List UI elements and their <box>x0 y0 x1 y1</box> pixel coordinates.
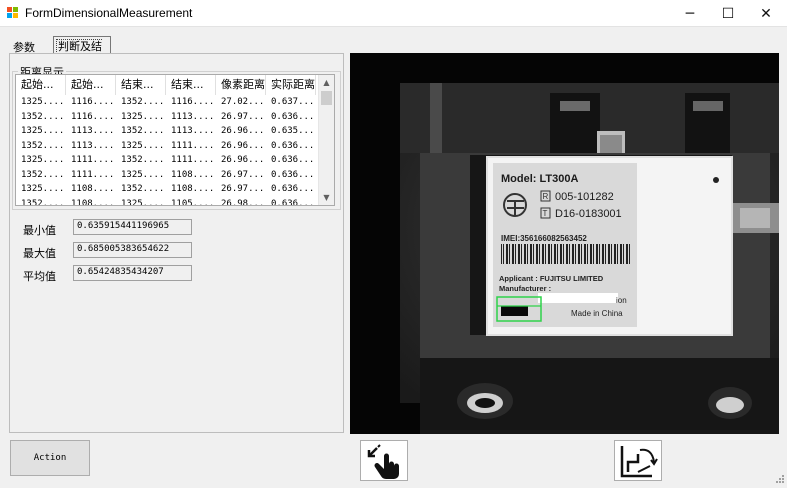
table-cell: 1108.... <box>71 184 115 194</box>
applicant-text: Applicant : FUJITSU LIMITED <box>499 274 604 283</box>
max-value-field[interactable]: 0.685005383654622 <box>73 242 192 258</box>
table-cell: 1108.... <box>171 169 215 180</box>
distance-list[interactable]: 起始... 起始... 结束... 结束... 像素距离 实际距离 1325..… <box>15 74 335 206</box>
table-cell: 26.97.... <box>221 184 266 194</box>
imei-text: IMEI:356166082563452 <box>501 234 587 243</box>
column-header[interactable]: 结束... <box>166 75 216 95</box>
column-header[interactable]: 实际距离 <box>266 75 316 95</box>
close-button[interactable]: ✕ <box>743 0 787 27</box>
table-row[interactable]: 1325.... 1111.... 1352.... 1111.... 26.96...… <box>16 153 320 168</box>
table-cell: 1352.... <box>121 155 165 165</box>
table-cell: 26.96.... <box>221 155 266 165</box>
table-cell: 1352.... <box>21 198 65 206</box>
table-cell: 0.636... <box>271 184 315 194</box>
list-scrollbar[interactable]: ▲ ▼ <box>318 75 334 205</box>
table-cell: 0.636... <box>271 155 315 165</box>
table-cell: 1111.... <box>71 169 115 180</box>
table-cell: 1111.... <box>171 155 215 165</box>
column-header[interactable]: 起始... <box>66 75 116 95</box>
table-cell: 1325.... <box>121 111 165 122</box>
hand-pointer-icon <box>367 443 399 479</box>
table-cell: 1111.... <box>71 155 115 165</box>
table-cell: 1116.... <box>71 97 115 107</box>
table-cell: 26.98.... <box>221 198 266 206</box>
table-row[interactable]: 1352.... 1108.... 1325.... 1105.... 26.98...… <box>16 197 320 206</box>
table-cell: 1111.... <box>171 140 215 151</box>
table-cell: 26.97.... <box>221 169 266 180</box>
table-row[interactable]: 1325.... 1108.... 1352.... 1108.... 26.97...… <box>16 182 320 197</box>
column-header[interactable]: 结束... <box>116 75 166 95</box>
min-label: 最小值 <box>23 224 56 237</box>
ion-text: ion <box>616 296 627 305</box>
table-cell: 1108.... <box>171 184 215 194</box>
table-cell: 1325.... <box>21 184 65 194</box>
table-cell: 1325.... <box>21 97 65 107</box>
table-cell: 0.637... <box>271 97 315 107</box>
column-header[interactable]: 起始... <box>16 75 66 95</box>
table-cell: 1325.... <box>21 155 65 165</box>
table-cell: 1352.... <box>121 97 165 107</box>
avg-value-field[interactable]: 0.65424835434207 <box>73 265 192 281</box>
table-cell: 1352.... <box>21 169 65 180</box>
made-in-text: Made in China <box>571 309 623 318</box>
table-cell: 1116.... <box>71 111 115 122</box>
image-viewer[interactable]: Model: LT300A R 005-101282 T D16-0183001… <box>350 53 779 434</box>
action-button[interactable]: Action <box>10 440 90 476</box>
table-row[interactable]: 1352.... 1116.... 1325.... 1113.... 26.97...… <box>16 110 320 125</box>
table-cell: 26.97.... <box>221 111 266 122</box>
table-cell: 1325.... <box>21 126 65 136</box>
table-cell: 1352.... <box>121 126 165 136</box>
list-rows: 1325.... 1116.... 1352.... 1116.... 27.02...… <box>16 95 320 206</box>
table-cell: 1113.... <box>71 126 115 136</box>
table-cell: 1108.... <box>71 198 115 206</box>
table-cell: 0.636... <box>271 198 315 206</box>
table-cell: 1352.... <box>21 140 65 151</box>
table-cell: 27.02.... <box>221 97 266 107</box>
code2-text: D16-0183001 <box>555 208 622 220</box>
measure-tool-icon <box>620 445 658 477</box>
barcode-image <box>501 244 631 264</box>
tab-judge-result[interactable]: 判断及结果 <box>53 36 111 70</box>
table-cell: 0.636... <box>271 111 315 122</box>
scroll-thumb[interactable] <box>321 91 332 105</box>
table-row[interactable]: 1325.... 1116.... 1352.... 1116.... 27.02...… <box>16 95 320 110</box>
table-cell: 1325.... <box>121 198 165 206</box>
camera-image: Model: LT300A R 005-101282 T D16-0183001… <box>350 53 779 434</box>
table-row[interactable]: 1325.... 1113.... 1352.... 1113.... 26.96...… <box>16 124 320 139</box>
manufacturer-text: Manufacturer : <box>499 284 551 293</box>
table-cell: 1113.... <box>171 111 215 122</box>
table-cell: 1113.... <box>71 140 115 151</box>
min-value-field[interactable]: 0.635915441196965 <box>73 219 192 235</box>
table-cell: 1325.... <box>121 169 165 180</box>
table-cell: 0.635... <box>271 126 315 136</box>
label-model-text: Model: LT300A <box>501 173 578 185</box>
table-cell: 26.96.... <box>221 140 266 151</box>
table-row[interactable]: 1352.... 1113.... 1325.... 1111.... 26.96...… <box>16 139 320 154</box>
table-cell: 1116.... <box>171 97 215 107</box>
window-title: FormDimensionalMeasurement <box>25 6 193 20</box>
list-header: 起始... 起始... 结束... 结束... 像素距离 实际距离 <box>16 75 320 95</box>
table-cell: 1105.... <box>171 198 215 206</box>
scroll-up-icon[interactable]: ▲ <box>319 75 334 90</box>
scroll-down-icon[interactable]: ▼ <box>319 190 334 205</box>
table-cell: 1352.... <box>121 184 165 194</box>
title-bar: FormDimensionalMeasurement ─ ☐ ✕ <box>0 0 787 27</box>
code1-box-letter: R <box>543 192 549 201</box>
avg-label: 平均值 <box>23 270 56 283</box>
max-label: 最大值 <box>23 247 56 260</box>
code2-box-letter: T <box>543 209 548 218</box>
table-row[interactable]: 1352.... 1111.... 1325.... 1108.... 26.97...… <box>16 168 320 183</box>
table-cell: 1352.... <box>21 111 65 122</box>
table-cell: 1113.... <box>171 126 215 136</box>
code1-text: 005-101282 <box>555 191 614 203</box>
table-cell: 0.636... <box>271 169 315 180</box>
select-tool-button[interactable] <box>360 440 408 481</box>
table-cell: 26.96.... <box>221 126 266 136</box>
table-cell: 0.636... <box>271 140 315 151</box>
table-cell: 1325.... <box>121 140 165 151</box>
app-icon <box>7 7 19 19</box>
measure-tool-button[interactable] <box>614 440 662 481</box>
column-header[interactable]: 像素距离 <box>216 75 266 95</box>
resize-grip-icon[interactable] <box>773 474 785 486</box>
